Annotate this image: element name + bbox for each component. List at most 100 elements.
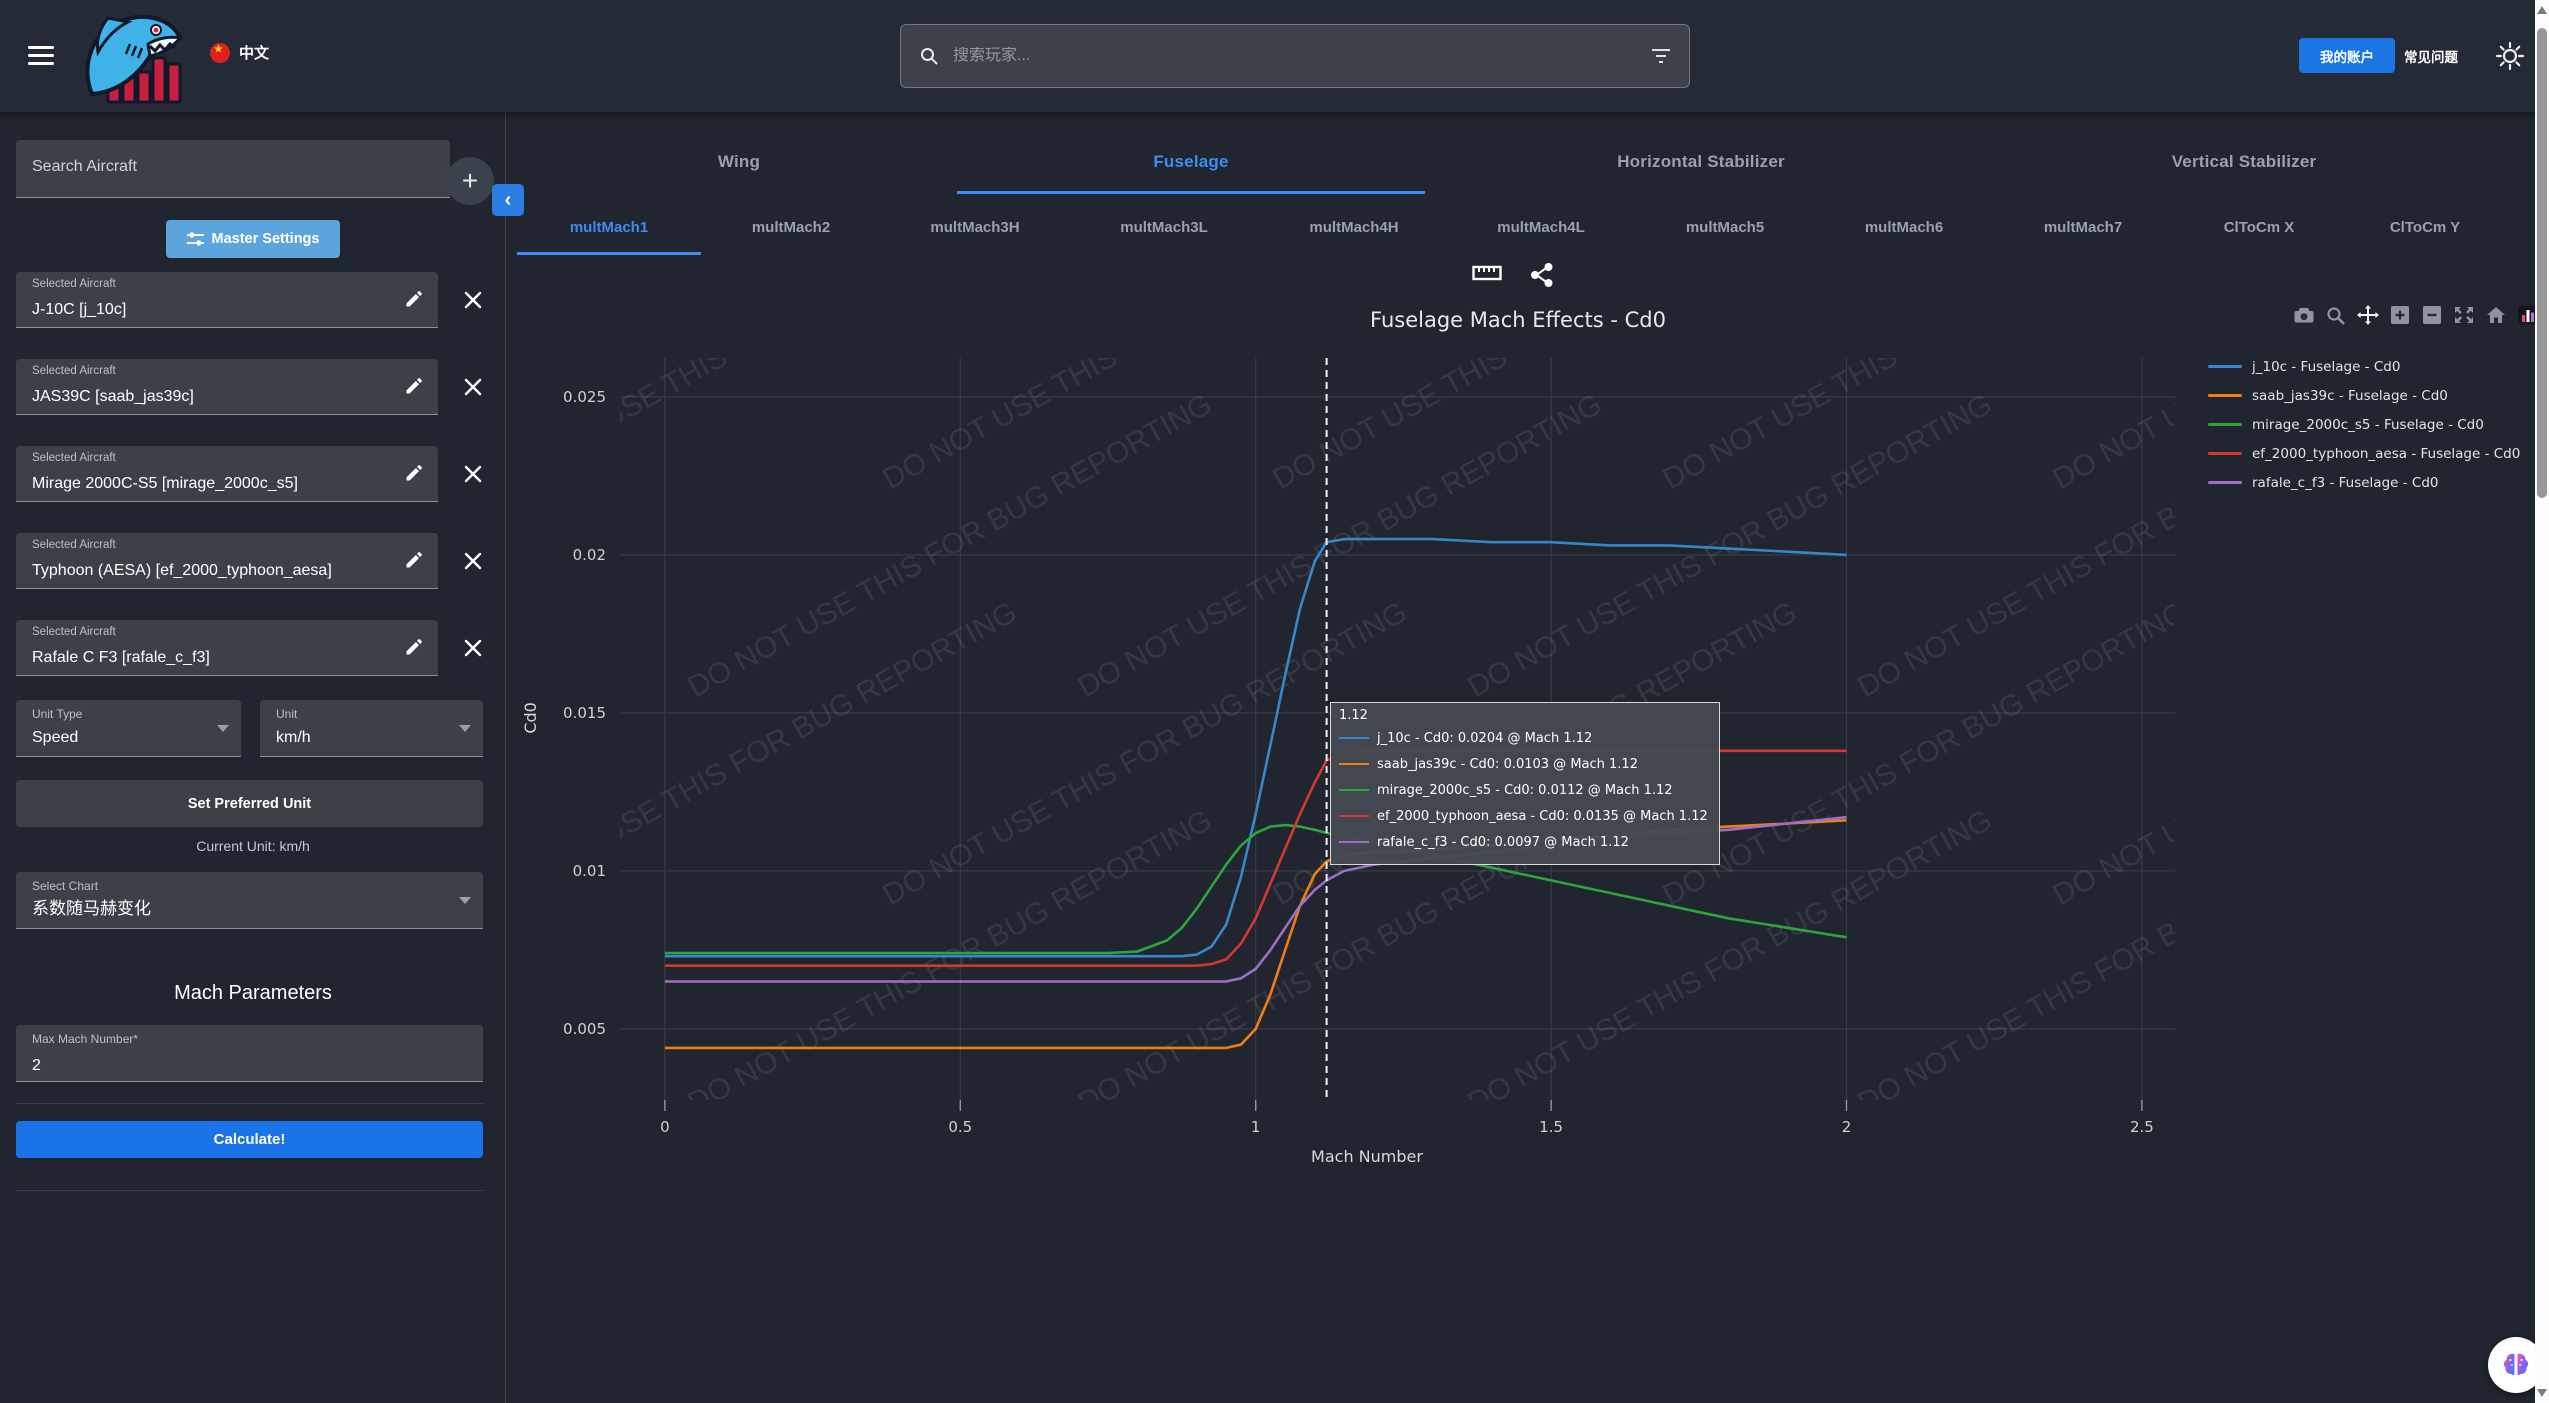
filter-icon[interactable] <box>1651 48 1671 64</box>
theme-sun-icon[interactable] <box>2494 40 2526 72</box>
calculate-button[interactable]: Calculate! <box>16 1121 483 1158</box>
selected-aircraft-value: JAS39C [saab_jas39c] <box>32 388 194 406</box>
chevron-down-icon <box>459 897 471 904</box>
subtab-cltocm-x[interactable]: ClToCm X <box>2224 219 2295 236</box>
share-icon[interactable] <box>1530 262 1554 288</box>
subtab-multmach7[interactable]: multMach7 <box>2044 219 2122 236</box>
remove-aircraft-button[interactable] <box>458 460 488 490</box>
legend-item-rafale_c_f3[interactable]: rafale_c_f3 - Fuselage - Cd0 <box>2208 468 2520 497</box>
tab-wing[interactable]: Wing <box>718 152 760 172</box>
search-aircraft-field[interactable]: Search Aircraft <box>16 140 450 198</box>
zoom-out-icon[interactable] <box>2421 305 2443 325</box>
max-mach-field: Max Mach Number* <box>16 1025 483 1082</box>
subtab-multmach3l[interactable]: multMach3L <box>1120 219 1208 236</box>
zoom-in-icon[interactable] <box>2389 305 2411 325</box>
autoscale-icon[interactable] <box>2453 305 2475 325</box>
tab-fuselage[interactable]: Fuselage <box>1153 152 1228 172</box>
x-tick-label: 0 <box>660 1118 670 1136</box>
subtab-multmach5[interactable]: multMach5 <box>1686 219 1764 236</box>
brain-icon <box>2501 1352 2531 1378</box>
language-selector[interactable]: ★ 中文 <box>210 42 269 63</box>
selected-aircraft-card[interactable]: Selected AircraftJAS39C [saab_jas39c] <box>16 359 438 415</box>
reset-home-icon[interactable] <box>2485 305 2507 325</box>
select-chart-value: 系数随马赫变化 <box>32 894 151 919</box>
legend-item-mirage_2000c_s5[interactable]: mirage_2000c_s5 - Fuselage - Cd0 <box>2208 410 2520 439</box>
tooltip-text: saab_jas39c - Cd0: 0.0103 @ Mach 1.12 <box>1377 757 1638 772</box>
subtab-cltocm-y[interactable]: ClToCm Y <box>2390 219 2460 236</box>
x-tick-label: 1 <box>1251 1118 1261 1136</box>
scrollbar-thumb[interactable] <box>2537 28 2547 498</box>
subtab-multmach1[interactable]: multMach1 <box>570 219 648 236</box>
watermark-text: DO NOT USE THIS FOR BUG REPORTING <box>2242 804 2530 1121</box>
tooltip-title: 1.12 <box>1339 708 1709 723</box>
edit-aircraft-button[interactable] <box>400 547 428 575</box>
y-axis-title: Cd0 <box>521 702 540 734</box>
tooltip-row: saab_jas39c - Cd0: 0.0103 @ Mach 1.12 <box>1339 751 1709 777</box>
selected-aircraft-label: Selected Aircraft <box>32 278 116 290</box>
subtab-multmach6[interactable]: multMach6 <box>1865 219 1943 236</box>
subtab-multmach3h[interactable]: multMach3H <box>930 219 1019 236</box>
sidebar-collapse-button[interactable]: ‹ <box>492 184 524 216</box>
master-settings-button[interactable]: Master Settings <box>166 220 340 258</box>
selected-aircraft-label: Selected Aircraft <box>32 452 116 464</box>
mach-parameters-heading: Mach Parameters <box>0 982 506 1005</box>
edit-aircraft-button[interactable] <box>400 460 428 488</box>
divider <box>16 1103 483 1104</box>
max-mach-input[interactable] <box>32 1057 452 1075</box>
faq-button[interactable]: 常见问题 <box>2404 38 2458 73</box>
close-icon <box>462 550 484 572</box>
edit-aircraft-button[interactable] <box>400 373 428 401</box>
divider <box>16 1190 483 1191</box>
chart-toolbar <box>1472 262 1554 288</box>
scroll-up-arrow-icon[interactable] <box>2537 6 2547 14</box>
legend-item-saab_jas39c[interactable]: saab_jas39c - Fuselage - Cd0 <box>2208 381 2520 410</box>
page-scrollbar[interactable] <box>2535 0 2549 1403</box>
subtab-multmach4l[interactable]: multMach4L <box>1497 219 1585 236</box>
selected-aircraft-row: Selected AircraftTyphoon (AESA) [ef_2000… <box>16 533 494 589</box>
ruler-icon[interactable] <box>1472 262 1502 284</box>
select-chart-label: Select Chart <box>32 879 98 893</box>
pencil-icon <box>404 289 424 309</box>
add-aircraft-button[interactable]: + <box>446 157 494 205</box>
remove-aircraft-button[interactable] <box>458 373 488 403</box>
edit-aircraft-button[interactable] <box>400 634 428 662</box>
player-search-input[interactable] <box>953 47 1651 65</box>
chevron-down-icon <box>217 725 229 732</box>
pan-icon-active[interactable] <box>2357 305 2379 325</box>
selected-aircraft-card[interactable]: Selected AircraftRafale C F3 [rafale_c_f… <box>16 620 438 676</box>
selected-aircraft-value: J-10C [j_10c] <box>32 301 126 319</box>
subtab-multmach4h[interactable]: multMach4H <box>1309 219 1398 236</box>
x-tick-label: 2 <box>1842 1118 1852 1136</box>
unit-type-label: Unit Type <box>32 707 82 721</box>
download-camera-icon[interactable] <box>2293 305 2315 325</box>
remove-aircraft-button[interactable] <box>458 634 488 664</box>
legend-item-j_10c[interactable]: j_10c - Fuselage - Cd0 <box>2208 352 2520 381</box>
selected-aircraft-card[interactable]: Selected AircraftMirage 2000C-S5 [mirage… <box>16 446 438 502</box>
unit-type-select[interactable]: Unit Type Speed <box>16 700 241 757</box>
tooltip-swatch <box>1339 763 1369 766</box>
zoom-select-icon[interactable] <box>2325 305 2347 325</box>
legend-label: ef_2000_typhoon_aesa - Fuselage - Cd0 <box>2252 446 2520 462</box>
remove-aircraft-button[interactable] <box>458 286 488 316</box>
selected-aircraft-card[interactable]: Selected Aircraft J-10C [j_10c] <box>16 272 438 328</box>
subtab-multmach2[interactable]: multMach2 <box>752 219 830 236</box>
tab-horizontal-stabilizer[interactable]: Horizontal Stabilizer <box>1617 152 1785 172</box>
search-icon <box>919 46 939 66</box>
current-unit-text: Current Unit: km/h <box>0 838 506 854</box>
edit-aircraft-button[interactable] <box>400 286 428 314</box>
selected-aircraft-card[interactable]: Selected AircraftTyphoon (AESA) [ef_2000… <box>16 533 438 589</box>
my-account-button[interactable]: 我的账户 <box>2299 38 2395 73</box>
selected-aircraft-value: Typhoon (AESA) [ef_2000_typhoon_aesa] <box>32 562 332 580</box>
scroll-down-arrow-icon[interactable] <box>2537 1389 2547 1397</box>
active-tab-underline <box>957 191 1425 194</box>
hamburger-menu-icon[interactable] <box>28 46 54 68</box>
tab-vertical-stabilizer[interactable]: Vertical Stabilizer <box>2172 152 2317 172</box>
legend-item-ef_2000_typhoon_aesa[interactable]: ef_2000_typhoon_aesa - Fuselage - Cd0 <box>2208 439 2520 468</box>
unit-select[interactable]: Unit km/h <box>260 700 483 757</box>
x-axis-title: Mach Number <box>1311 1147 1423 1166</box>
legend-label: rafale_c_f3 - Fuselage - Cd0 <box>2252 475 2438 491</box>
close-icon <box>462 637 484 659</box>
remove-aircraft-button[interactable] <box>458 547 488 577</box>
set-preferred-unit-button[interactable]: Set Preferred Unit <box>16 780 483 827</box>
select-chart-dropdown[interactable]: Select Chart 系数随马赫变化 <box>16 872 483 929</box>
